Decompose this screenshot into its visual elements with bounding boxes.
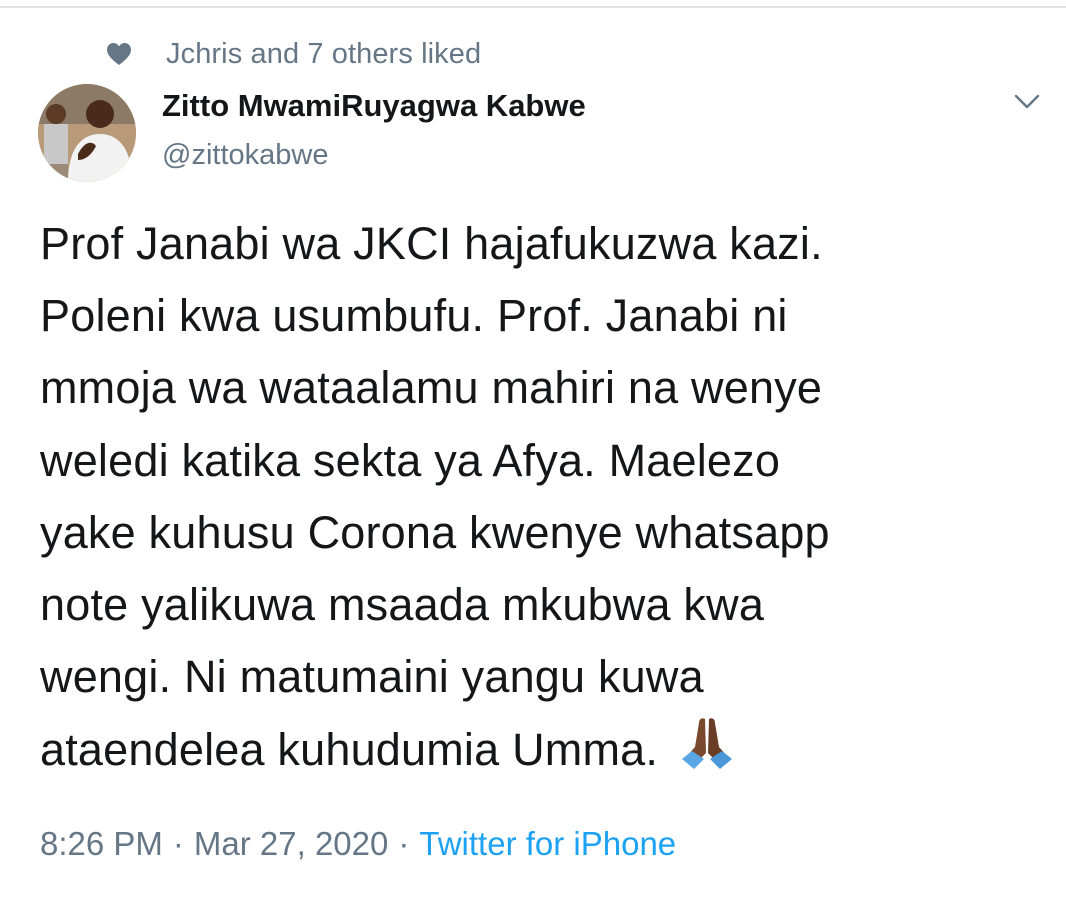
heart-icon: [106, 42, 132, 66]
tweet-meta: 8:26 PM · Mar 27, 2020 · Twitter for iPhone: [40, 820, 676, 868]
social-context-text: Jchris and 7 others liked: [166, 37, 482, 70]
tweet-date: Mar 27, 2020: [193, 825, 389, 862]
author-display-name[interactable]: Zitto MwamiRuyagwa Kabwe: [162, 86, 586, 126]
top-divider: [0, 6, 1066, 8]
meta-separator: ·: [172, 825, 184, 862]
social-context[interactable]: Jchris and 7 others liked: [106, 34, 481, 74]
meta-separator-2: ·: [398, 825, 410, 862]
chevron-down-icon[interactable]: [1008, 88, 1046, 118]
author-handle[interactable]: @zittokabwe: [162, 135, 328, 175]
tweet-text: Prof Janabi wa JKCI hajafukuzwa kazi. Po…: [40, 208, 1050, 787]
tweet-body: Prof Janabi wa JKCI hajafukuzwa kazi. Po…: [40, 218, 830, 776]
folded-hands-icon: [672, 713, 742, 773]
tweet-time: 8:26 PM: [40, 825, 163, 862]
tweet-source-link[interactable]: Twitter for iPhone: [419, 825, 676, 862]
avatar[interactable]: [38, 84, 136, 182]
